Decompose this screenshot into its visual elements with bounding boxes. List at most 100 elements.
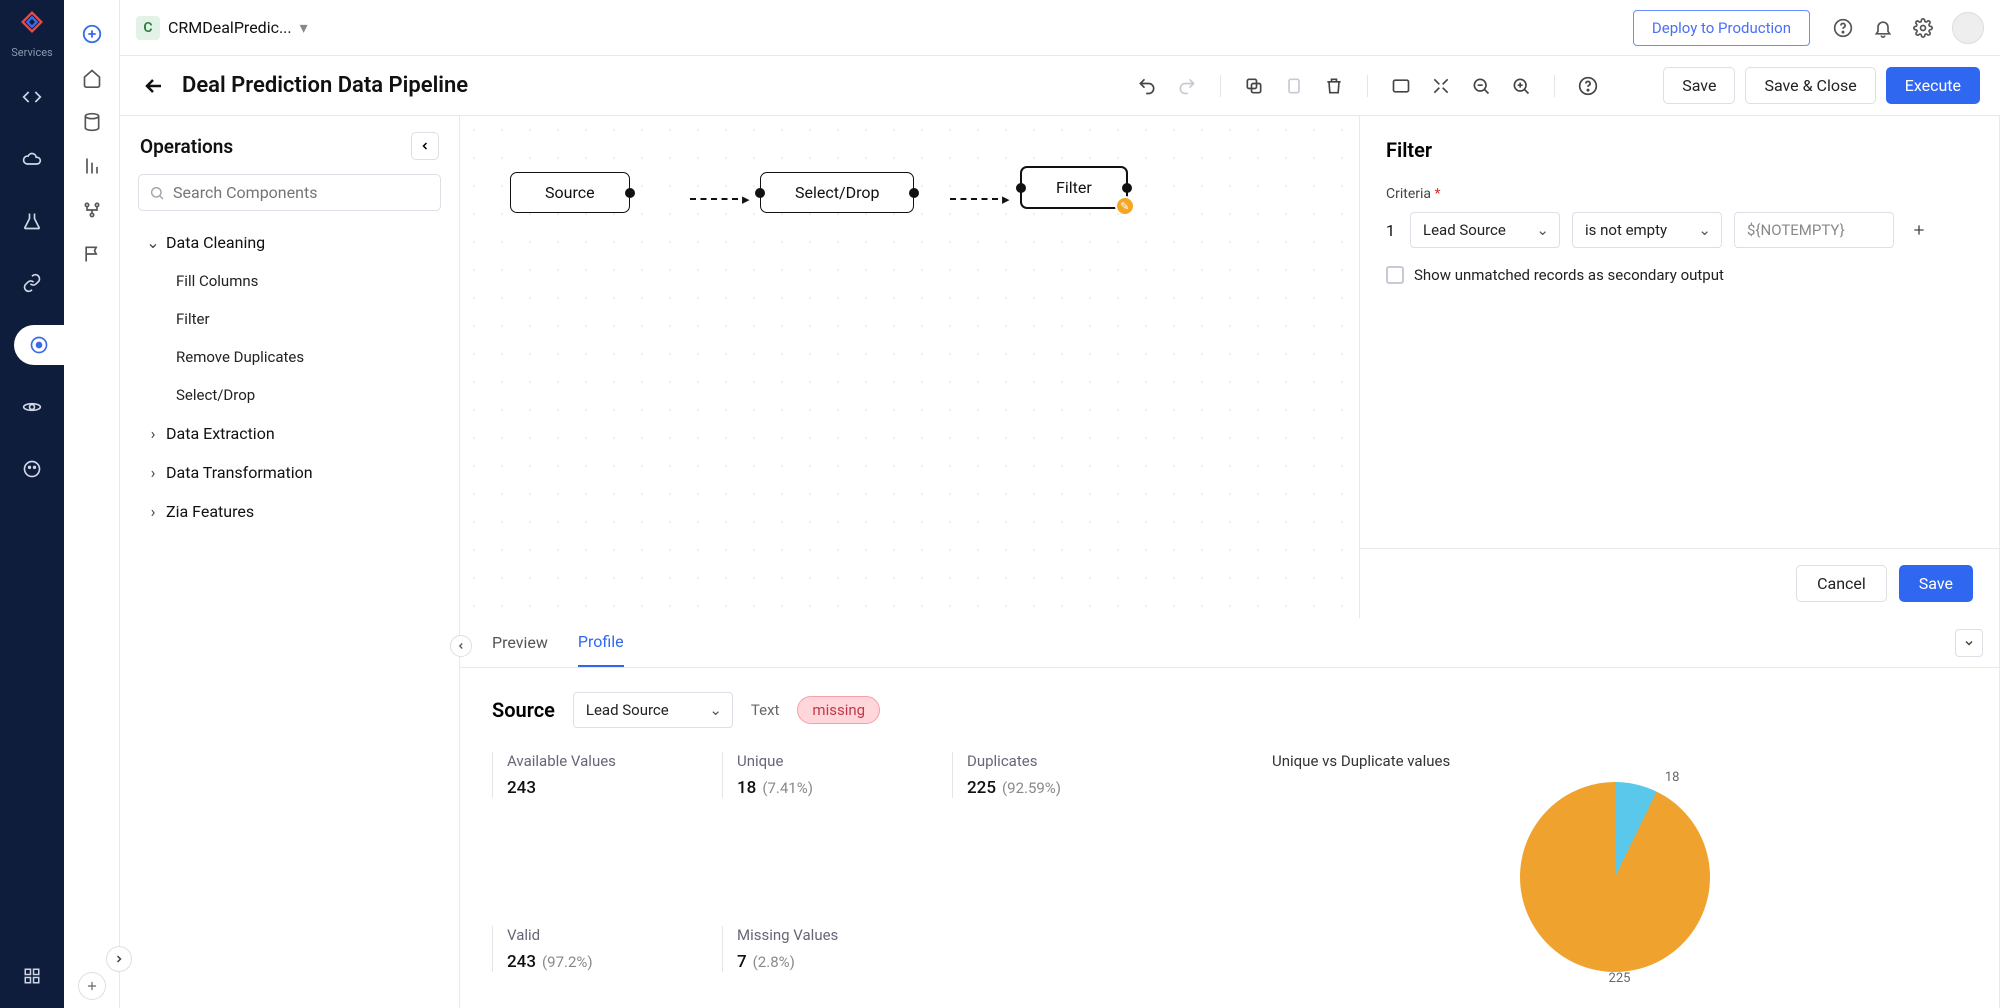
profile-source-label: Source — [492, 698, 555, 722]
op-select-drop[interactable]: Select/Drop — [126, 376, 453, 414]
zoom-out-icon[interactable] — [1466, 71, 1496, 101]
search-icon — [149, 185, 165, 201]
global-nav-rail: Services — [0, 0, 64, 1008]
collapse-panel-button[interactable] — [411, 132, 439, 160]
pie-label-duplicates: 225 — [1609, 971, 1631, 986]
chevron-down-icon: ⌄ — [146, 233, 160, 252]
config-title: Filter — [1386, 138, 1973, 162]
rail-face-icon[interactable] — [12, 449, 52, 489]
chart-column: Unique vs Duplicate values 18 225 — [1272, 752, 1967, 1000]
port-icon[interactable] — [909, 188, 919, 198]
port-icon[interactable] — [1016, 183, 1026, 193]
edge-line — [690, 198, 738, 200]
bell-icon[interactable] — [1866, 11, 1900, 45]
criteria-operator-select[interactable]: is not empty⌄ — [1572, 212, 1722, 248]
rail-flask-icon[interactable] — [12, 201, 52, 241]
group-head-data-transformation[interactable]: ›Data Transformation — [126, 453, 453, 492]
project-name: CRMDealPredic... — [168, 18, 292, 37]
port-icon[interactable] — [755, 188, 765, 198]
deploy-button[interactable]: Deploy to Production — [1633, 10, 1810, 46]
chevron-right-icon: › — [146, 502, 160, 521]
rail-link-icon[interactable] — [12, 263, 52, 303]
back-button[interactable] — [140, 72, 168, 100]
port-icon[interactable] — [1122, 183, 1132, 193]
op-filter[interactable]: Filter — [126, 300, 453, 338]
rail-code-icon[interactable] — [12, 77, 52, 117]
zoom-in-icon[interactable] — [1506, 71, 1536, 101]
config-save-button[interactable]: Save — [1899, 565, 1973, 602]
node-select-drop[interactable]: Select/Drop — [760, 172, 914, 213]
add-criteria-button[interactable] — [1906, 217, 1932, 243]
stat-valid: Valid 243(97.2%) — [492, 926, 672, 972]
secondary-output-checkbox[interactable]: Show unmatched records as secondary outp… — [1386, 266, 1973, 284]
op-remove-duplicates[interactable]: Remove Duplicates — [126, 338, 453, 376]
missing-badge: missing — [797, 696, 880, 724]
workspace-tree-icon[interactable] — [74, 192, 110, 228]
caret-down-icon: ▾ — [300, 18, 308, 37]
criteria-row: 1 Lead Source⌄ is not empty⌄ ${NOTEMPTY} — [1386, 212, 1973, 248]
output-tabs: Preview Profile — [460, 618, 1999, 668]
toolbar-help-icon[interactable] — [1573, 71, 1603, 101]
copy-icon[interactable] — [1239, 71, 1269, 101]
arrow-icon: ▸ — [742, 190, 750, 208]
tab-preview[interactable]: Preview — [492, 619, 548, 666]
help-icon[interactable] — [1826, 11, 1860, 45]
config-cancel-button[interactable]: Cancel — [1796, 565, 1887, 602]
criteria-field-select[interactable]: Lead Source⌄ — [1410, 212, 1560, 248]
chevron-down-icon: ⌄ — [709, 701, 722, 719]
gear-icon[interactable] — [1906, 11, 1940, 45]
pipeline-canvas[interactable]: Source ▸ Select/Drop ▸ — [460, 116, 1359, 618]
search-components-input[interactable] — [138, 174, 441, 211]
project-selector[interactable]: C CRMDealPredic... ▾ — [136, 16, 308, 40]
rail-orbit-icon[interactable] — [12, 387, 52, 427]
workspace-database-icon[interactable] — [74, 104, 110, 140]
paste-icon — [1279, 71, 1309, 101]
panel-resize-handle[interactable] — [450, 635, 472, 657]
user-avatar[interactable] — [1952, 12, 1984, 44]
search-field[interactable] — [173, 183, 430, 202]
arrow-icon: ▸ — [1002, 190, 1010, 208]
save-close-button[interactable]: Save & Close — [1745, 67, 1875, 104]
collapse-output-button[interactable] — [1955, 629, 1983, 657]
criteria-value-input[interactable]: ${NOTEMPTY} — [1734, 212, 1894, 248]
stat-unique: Unique 18(7.41%) — [722, 752, 902, 798]
port-icon[interactable] — [625, 188, 635, 198]
node-filter[interactable]: Filter ✎ — [1020, 166, 1128, 209]
rail-cloud-icon[interactable] — [12, 139, 52, 179]
redo-icon — [1172, 71, 1202, 101]
chevron-down-icon: ⌄ — [1698, 221, 1711, 239]
tab-profile[interactable]: Profile — [578, 618, 624, 667]
undo-icon[interactable] — [1132, 71, 1162, 101]
op-fill-columns[interactable]: Fill Columns — [126, 262, 453, 300]
page-title: Deal Prediction Data Pipeline — [182, 73, 468, 98]
criteria-index: 1 — [1386, 221, 1398, 240]
workspace-home-icon[interactable] — [74, 60, 110, 96]
group-head-data-extraction[interactable]: ›Data Extraction — [126, 414, 453, 453]
pie-label-unique: 18 — [1665, 770, 1680, 785]
editor-toolbar: Deal Prediction Data Pipeline Save Save … — [120, 56, 2000, 116]
group-head-zia-features[interactable]: ›Zia Features — [126, 492, 453, 531]
rail-plus-button[interactable] — [78, 972, 106, 1000]
profile-column-select[interactable]: Lead Source⌄ — [573, 692, 733, 728]
stat-available-values: Available Values 243 — [492, 752, 672, 798]
chevron-right-icon: › — [146, 424, 160, 443]
chevron-right-icon: › — [146, 463, 160, 482]
workspace-rail — [64, 0, 120, 1008]
expand-icon[interactable] — [1426, 71, 1456, 101]
rail-ai-icon[interactable] — [14, 325, 64, 365]
workspace-flag-icon[interactable] — [74, 236, 110, 272]
chart-title: Unique vs Duplicate values — [1272, 752, 1450, 770]
workspace-add-icon[interactable] — [74, 16, 110, 52]
config-panel: Filter Criteria * 1 Lead Source⌄ is not … — [1359, 116, 1999, 618]
group-head-data-cleaning[interactable]: ⌄Data Cleaning — [126, 223, 453, 262]
fit-screen-icon[interactable] — [1386, 71, 1416, 101]
rail-apps-icon[interactable] — [12, 956, 52, 996]
trash-icon[interactable] — [1319, 71, 1349, 101]
node-source[interactable]: Source — [510, 172, 630, 213]
pie-chart: 18 225 — [1520, 782, 1720, 982]
save-button[interactable]: Save — [1663, 67, 1735, 104]
operations-title: Operations — [140, 135, 233, 158]
stat-missing-values: Missing Values 7(2.8%) — [722, 926, 902, 972]
execute-button[interactable]: Execute — [1886, 67, 1980, 104]
workspace-levels-icon[interactable] — [74, 148, 110, 184]
